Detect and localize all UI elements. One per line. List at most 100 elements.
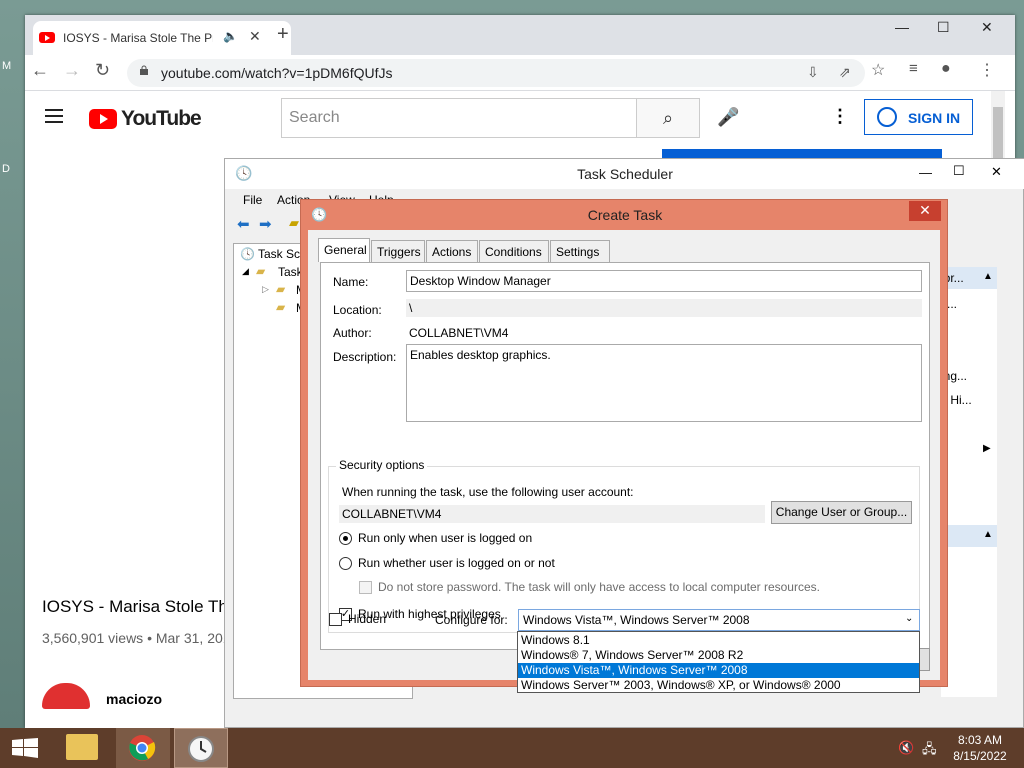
- taskbar: 🔇 🖧 8:03 AM 8/15/2022: [0, 728, 1024, 768]
- youtube-logo-icon[interactable]: [89, 109, 117, 129]
- forward-icon[interactable]: →: [63, 60, 81, 81]
- clock-icon: 🕓: [240, 247, 255, 261]
- youtube-favicon-icon: [39, 32, 55, 43]
- youtube-logo-text[interactable]: YouTube: [121, 107, 202, 131]
- tab-title: IOSYS - Marisa Stole The Pre: [63, 31, 213, 45]
- avatar-icon: [877, 107, 897, 127]
- configure-selected-value: Windows Vista™, Windows Server™ 2008: [523, 613, 750, 627]
- back-icon[interactable]: ←: [31, 60, 49, 81]
- no-store-password-label: Do not store password. The task will onl…: [378, 580, 820, 594]
- location-label: Location:: [333, 303, 382, 317]
- description-input[interactable]: Enables desktop graphics.: [406, 344, 922, 422]
- general-panel: Name: Desktop Window Manager Location: \…: [320, 262, 930, 650]
- option-server2003[interactable]: Windows Server™ 2003, Windows® XP, or Wi…: [518, 678, 919, 693]
- minimize-icon[interactable]: —: [895, 19, 909, 35]
- hidden-checkbox[interactable]: [329, 613, 342, 626]
- minimize-icon[interactable]: —: [919, 165, 932, 180]
- actions-pane: ibr... ▲ k... ing... s Hi... ▶ ▲: [941, 267, 997, 697]
- reload-icon[interactable]: ↻: [95, 60, 110, 81]
- dialog-body: General Triggers Actions Conditions Sett…: [308, 230, 940, 680]
- collapse-up-icon[interactable]: ▲: [983, 529, 993, 540]
- collapse-arrow-icon[interactable]: ◢: [242, 266, 249, 277]
- configure-dropdown-list: Windows 8.1 Windows® 7, Windows Server™ …: [517, 631, 920, 693]
- tab-triggers[interactable]: Triggers: [371, 240, 425, 262]
- speaker-muted-icon[interactable]: 🔇: [898, 740, 914, 756]
- microphone-icon[interactable]: 🎤: [717, 107, 739, 128]
- tab-settings[interactable]: Settings: [550, 240, 610, 262]
- maximize-icon[interactable]: ☐: [937, 19, 950, 36]
- browser-tab[interactable]: IOSYS - Marisa Stole The Pre 🔈 ✕: [33, 21, 291, 55]
- maximize-icon[interactable]: ☐: [953, 163, 965, 179]
- change-user-button[interactable]: Change User or Group...: [771, 501, 912, 524]
- name-label: Name:: [333, 275, 369, 289]
- close-window-icon[interactable]: ✕: [991, 164, 1002, 180]
- security-options-title: Security options: [336, 458, 428, 472]
- account-prompt: When running the task, use the following…: [342, 485, 634, 499]
- hidden-label[interactable]: Hidden: [348, 612, 386, 626]
- tab-general[interactable]: General: [318, 238, 370, 262]
- option-win81[interactable]: Windows 8.1: [518, 633, 919, 648]
- share-icon[interactable]: ⇗: [839, 64, 851, 81]
- task-scheduler-taskbar[interactable]: [174, 728, 228, 768]
- name-input[interactable]: Desktop Window Manager: [406, 270, 922, 292]
- configure-select[interactable]: Windows Vista™, Windows Server™ 2008 ⌄: [518, 609, 920, 631]
- sign-in-button[interactable]: SIGN IN: [864, 99, 973, 135]
- folder-icon: [66, 734, 98, 760]
- task-scheduler-titlebar: 🕓 Task Scheduler — ☐ ✕: [225, 159, 1024, 189]
- create-task-dialog: 🕓 Create Task ✕ General Triggers Actions…: [300, 199, 948, 687]
- video-meta: 3,560,901 views • Mar 31, 201: [42, 630, 231, 646]
- folder-up-icon[interactable]: ▰: [289, 215, 299, 231]
- search-input[interactable]: Search: [281, 98, 637, 138]
- run-logged-on-radio[interactable]: [339, 532, 352, 545]
- chrome-icon: [129, 735, 156, 761]
- media-control-icon[interactable]: ≡: [909, 60, 918, 77]
- tab-actions[interactable]: Actions: [426, 240, 478, 262]
- location-value: \: [406, 299, 922, 317]
- close-tab-icon[interactable]: ✕: [249, 28, 261, 45]
- settings-kebab-icon[interactable]: ⋮: [831, 106, 849, 127]
- expand-arrow-icon[interactable]: ▷: [262, 284, 269, 295]
- no-store-password-checkbox[interactable]: [359, 581, 372, 594]
- desktop-icon-label: D: [2, 163, 10, 175]
- run-logged-on-label[interactable]: Run only when user is logged on: [358, 531, 532, 545]
- tree-library[interactable]: Task: [278, 265, 303, 279]
- network-icon[interactable]: 🖧: [922, 740, 937, 762]
- account-value: COLLABNET\VM4: [339, 505, 765, 523]
- forward-arrow-icon[interactable]: ➡: [259, 215, 272, 233]
- collapse-up-icon[interactable]: ▲: [983, 271, 993, 282]
- new-tab-button[interactable]: +: [277, 23, 289, 46]
- install-icon[interactable]: ⇩: [807, 64, 819, 81]
- close-window-icon[interactable]: ✕: [981, 19, 993, 36]
- close-dialog-button[interactable]: ✕: [909, 201, 941, 221]
- hamburger-menu-icon[interactable]: [45, 109, 63, 123]
- sign-in-label: SIGN IN: [908, 110, 961, 126]
- tab-strip: IOSYS - Marisa Stole The Pre 🔈 ✕ + — ☐ ✕: [25, 15, 1015, 55]
- channel-name[interactable]: maciozo: [106, 691, 162, 707]
- search-placeholder: Search: [289, 109, 340, 126]
- bookmark-star-icon[interactable]: ☆: [871, 60, 885, 80]
- video-title: IOSYS - Marisa Stole Th: [42, 597, 228, 616]
- address-bar[interactable]: youtube.com/watch?v=1pDM6fQUfJs ⇩ ⇗: [127, 59, 865, 87]
- tab-conditions[interactable]: Conditions: [479, 240, 549, 262]
- menu-file[interactable]: File: [243, 193, 262, 207]
- security-options-group: Security options When running the task, …: [328, 458, 920, 633]
- option-vista[interactable]: Windows Vista™, Windows Server™ 2008: [518, 663, 919, 678]
- windows-start-icon[interactable]: [12, 738, 38, 758]
- file-explorer-taskbar[interactable]: [56, 728, 110, 768]
- submenu-arrow-icon[interactable]: ▶: [983, 443, 991, 454]
- folder-icon: ▰: [276, 300, 286, 314]
- configure-label: Configure for:: [435, 613, 508, 627]
- chrome-taskbar[interactable]: [116, 728, 170, 768]
- chevron-down-icon[interactable]: ⌄: [905, 613, 913, 624]
- menu-kebab-icon[interactable]: ⋮: [979, 60, 995, 80]
- profile-icon[interactable]: ●: [941, 60, 951, 78]
- run-whether-radio[interactable]: [339, 557, 352, 570]
- clock-time[interactable]: 8:03 AM: [948, 733, 1012, 747]
- option-win7[interactable]: Windows® 7, Windows Server™ 2008 R2: [518, 648, 919, 663]
- search-button[interactable]: ⌕: [636, 98, 700, 138]
- speaker-icon[interactable]: 🔈: [223, 29, 238, 43]
- channel-avatar[interactable]: [42, 683, 90, 709]
- run-whether-label[interactable]: Run whether user is logged on or not: [358, 556, 555, 570]
- clock-date[interactable]: 8/15/2022: [948, 749, 1012, 763]
- back-arrow-icon[interactable]: ⬅: [237, 215, 250, 233]
